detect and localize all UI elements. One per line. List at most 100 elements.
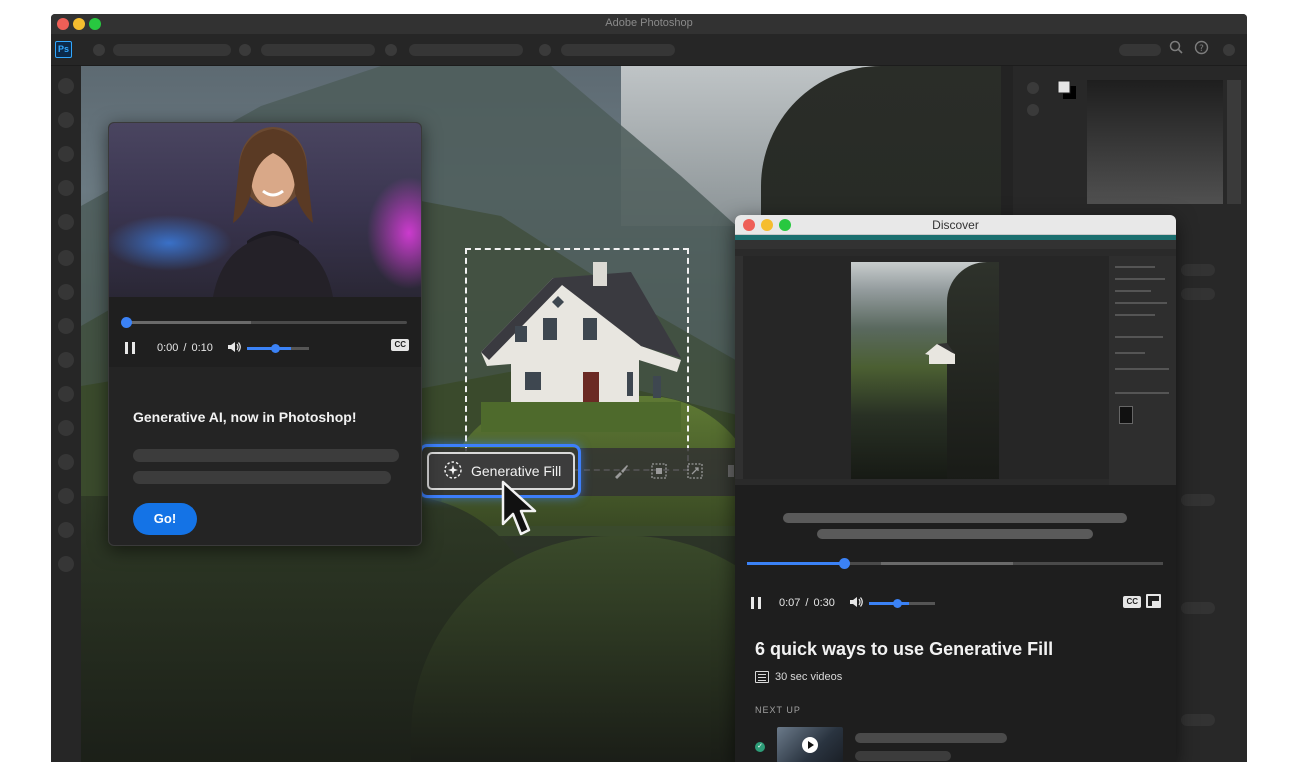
video-controls: 0:00 / 0:10 CC xyxy=(109,297,421,367)
photoshop-logo[interactable]: Ps xyxy=(55,41,72,58)
option-placeholder[interactable] xyxy=(409,44,523,56)
video-panel-line xyxy=(1115,392,1169,394)
tools-panel xyxy=(51,66,81,762)
discover-title-bar: Discover xyxy=(735,215,1176,235)
option-placeholder-icon[interactable] xyxy=(93,44,105,56)
tool-icon[interactable] xyxy=(58,284,74,300)
tool-icon[interactable] xyxy=(58,522,74,538)
video-ps-tools xyxy=(735,256,743,485)
photoshop-window: Adobe Photoshop Ps ? Generative Fill 0:0… xyxy=(51,14,1247,762)
next-video-thumbnail[interactable] xyxy=(777,727,843,762)
video-time-separator: / xyxy=(183,342,187,354)
tool-icon[interactable] xyxy=(58,386,74,402)
video-panel-line xyxy=(1115,266,1155,268)
discover-seek-handle[interactable] xyxy=(839,558,851,569)
video-panel-line xyxy=(1115,336,1163,338)
mask-icon[interactable] xyxy=(649,462,669,482)
discover-buffer-bar xyxy=(881,562,1013,565)
transform-icon[interactable] xyxy=(685,462,705,482)
volume-icon[interactable] xyxy=(227,341,241,356)
window-title-bar: Adobe Photoshop xyxy=(51,14,1247,34)
video-panel-line xyxy=(1115,368,1169,370)
help-icon[interactable]: ? xyxy=(1194,40,1209,59)
panel-placeholder xyxy=(1181,602,1215,614)
tool-icon[interactable] xyxy=(58,352,74,368)
video-ps-status-bar xyxy=(735,479,1109,485)
panel-placeholder xyxy=(1181,264,1215,276)
option-placeholder[interactable] xyxy=(261,44,375,56)
discover-playback-row: 0:07 / 0:30 CC xyxy=(751,594,1165,612)
discover-window: Discover 0:07 / 0:30 CC 6 quick ways to … xyxy=(735,215,1176,762)
option-placeholder-icon[interactable] xyxy=(539,44,551,56)
panel-icon[interactable] xyxy=(1027,104,1039,116)
pause-icon[interactable] xyxy=(751,597,761,609)
video-ps-document-tabs xyxy=(735,249,1176,256)
tool-icon[interactable] xyxy=(58,180,74,196)
miniplayer-icon[interactable] xyxy=(1146,594,1161,608)
video-thumbnail[interactable] xyxy=(109,123,421,297)
tool-icon[interactable] xyxy=(58,78,74,94)
tool-icon[interactable] xyxy=(58,146,74,162)
video-time-total: 0:10 xyxy=(191,342,213,354)
option-placeholder[interactable] xyxy=(561,44,675,56)
discover-progress-fill xyxy=(747,562,845,565)
video-seek-handle[interactable] xyxy=(121,317,132,328)
video-photo-house xyxy=(925,343,955,364)
option-placeholder[interactable] xyxy=(113,44,231,56)
discover-subtitle-text: 30 sec videos xyxy=(775,671,843,683)
volume-slider-rest xyxy=(290,346,309,350)
volume-slider[interactable] xyxy=(246,343,309,353)
discover-video-title: 6 quick ways to use Generative Fill xyxy=(755,639,1054,659)
panel-icon[interactable] xyxy=(1027,82,1039,94)
volume-handle[interactable] xyxy=(892,598,902,608)
video-time-current: 0:00 xyxy=(157,342,179,354)
panel-placeholder xyxy=(1181,494,1215,506)
tool-icon[interactable] xyxy=(58,112,74,128)
search-icon[interactable] xyxy=(1169,40,1183,58)
color-picker-field[interactable] xyxy=(1087,80,1223,204)
video-seek-bar[interactable] xyxy=(121,317,407,328)
go-button[interactable]: Go! xyxy=(133,503,197,535)
discover-seek-bar[interactable] xyxy=(747,558,1163,569)
text-placeholder xyxy=(783,513,1127,523)
discover-video-player[interactable] xyxy=(735,235,1176,485)
foreground-background-swatch-icon[interactable] xyxy=(1057,80,1077,100)
brush-icon[interactable] xyxy=(611,462,631,482)
closed-captions-button[interactable]: CC xyxy=(391,339,409,351)
in-app-video-card: 0:00 / 0:10 CC Generative AI, now in Pho… xyxy=(108,122,422,546)
video-playback-row: 0:00 / 0:10 CC xyxy=(125,339,409,357)
video-panel-line xyxy=(1115,290,1151,292)
closed-captions-button[interactable]: CC xyxy=(1123,596,1141,608)
video-ps-right-panel xyxy=(1109,256,1176,485)
option-placeholder-icon[interactable] xyxy=(385,44,397,56)
tool-icon[interactable] xyxy=(58,454,74,470)
tool-icon[interactable] xyxy=(58,214,74,230)
video-panel-line xyxy=(1115,302,1167,304)
generative-fill-label: Generative Fill xyxy=(471,463,562,479)
volume-slider[interactable] xyxy=(868,598,935,608)
option-placeholder-icon[interactable] xyxy=(239,44,251,56)
options-bar: Ps ? xyxy=(51,34,1247,66)
marquee-selection[interactable] xyxy=(465,248,689,471)
play-icon[interactable] xyxy=(802,737,818,753)
tool-icon[interactable] xyxy=(58,420,74,436)
tool-icon[interactable] xyxy=(58,556,74,572)
video-panel-line xyxy=(1115,352,1145,354)
generate-sparkle-icon xyxy=(443,460,463,483)
share-placeholder[interactable] xyxy=(1119,44,1161,56)
tool-icon[interactable] xyxy=(58,250,74,266)
window-title: Adobe Photoshop xyxy=(605,17,693,29)
tool-icon[interactable] xyxy=(58,318,74,334)
text-placeholder xyxy=(133,471,391,484)
video-panel-line xyxy=(1115,278,1165,280)
volume-icon[interactable] xyxy=(849,596,863,611)
video-ps-document-image xyxy=(851,262,999,482)
hue-slider[interactable] xyxy=(1227,80,1241,204)
volume-handle[interactable] xyxy=(270,343,280,353)
checkmark-icon: ✓ xyxy=(755,742,765,752)
option-placeholder-icon[interactable] xyxy=(1223,44,1235,56)
discover-subtitle: 30 sec videos xyxy=(755,671,842,683)
tool-icon[interactable] xyxy=(58,488,74,504)
pause-icon[interactable] xyxy=(125,342,135,354)
discover-time-separator: / xyxy=(805,597,809,609)
